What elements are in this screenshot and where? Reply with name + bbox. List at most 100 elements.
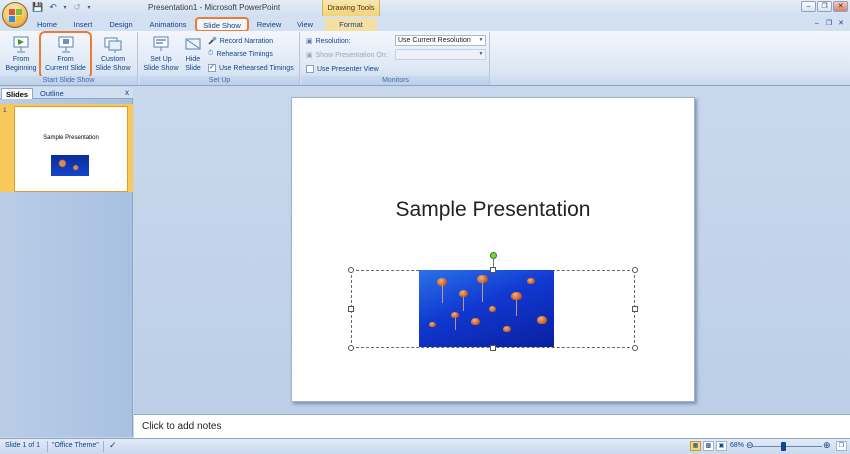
from-current-slide-label: From Current Slide: [45, 56, 86, 72]
slide-title[interactable]: Sample Presentation: [292, 198, 694, 222]
slide-counter: Slide 1 of 1: [5, 442, 41, 449]
tab-slide-show[interactable]: Slide Show: [195, 17, 249, 32]
ribbon-restore-icon[interactable]: ❐: [824, 19, 834, 28]
office-logo-icon: [8, 8, 22, 22]
save-icon[interactable]: 💾: [32, 2, 44, 13]
zoom-in-icon[interactable]: ⊕: [823, 440, 831, 451]
tab-slides[interactable]: Slides: [1, 88, 34, 99]
use-presenter-view-checkbox[interactable]: Use Presenter View: [306, 63, 379, 75]
resize-handle-top-right[interactable]: [632, 267, 638, 273]
resolution-value: Use Current Resolution: [398, 37, 471, 44]
hide-slide-button[interactable]: Hide Slide: [181, 33, 205, 77]
slide-canvas[interactable]: Sample Presentation: [291, 97, 695, 402]
window-title: Presentation1 - Microsoft PowerPoint: [148, 3, 281, 12]
set-up-group-label: Set Up: [140, 76, 299, 85]
panel-close-icon[interactable]: x: [125, 88, 129, 97]
set-up-slide-show-icon: [153, 36, 169, 51]
slide-thumbnail-title: Sample Presentation: [43, 135, 99, 141]
record-narration-label: Record Narration: [219, 37, 274, 45]
tab-home[interactable]: Home: [33, 18, 61, 31]
show-presentation-on-dropdown[interactable]: ▼: [395, 49, 486, 60]
ribbon: From Beginning From Current Slide Custom…: [0, 31, 850, 86]
office-button[interactable]: [2, 2, 28, 28]
custom-slide-show-icon: [104, 37, 122, 53]
chevron-down-icon: ▼: [478, 37, 484, 43]
ribbon-minimize-icon[interactable]: –: [812, 19, 822, 28]
use-presenter-view-label: Use Presenter View: [317, 65, 379, 73]
custom-slide-show-button[interactable]: Custom Slide Show: [92, 33, 134, 77]
monitor-icon: ▣: [306, 38, 313, 45]
from-beginning-icon: [13, 36, 29, 53]
hide-slide-icon: [185, 38, 201, 50]
resolution-dropdown[interactable]: Use Current Resolution ▼: [395, 35, 486, 46]
theme-name[interactable]: "Office Theme": [52, 442, 99, 449]
from-current-slide-icon: [58, 36, 73, 53]
resize-handle-right[interactable]: [632, 306, 638, 312]
quick-access-toolbar: 💾 ↶ ▾ ↺ ▾: [32, 2, 92, 13]
slide-sorter-view-button[interactable]: ▩: [703, 441, 714, 451]
slides-panel: Slides Outline x 1 Sample Presentation: [0, 87, 133, 437]
drawing-tools-title: Drawing Tools: [322, 0, 380, 16]
fit-to-window-button[interactable]: ❐: [836, 441, 847, 451]
monitors-group-label: Monitors: [302, 76, 489, 85]
notes-placeholder: Click to add notes: [142, 421, 222, 432]
set-up-group: Set Up Slide Show Hide Slide 🎤 Record Na…: [140, 32, 300, 85]
minimize-button[interactable]: –: [801, 1, 816, 12]
normal-view-button[interactable]: ▦: [690, 441, 701, 451]
slide-thumbnail-number: 1: [3, 107, 7, 114]
show-presentation-on-label: Show Presentation On:: [315, 51, 388, 59]
ribbon-close-icon[interactable]: ✕: [836, 19, 846, 28]
tab-view[interactable]: View: [292, 18, 318, 31]
resolution-label: Resolution:: [315, 37, 351, 45]
tab-animations[interactable]: Animations: [144, 18, 192, 31]
checkbox-unchecked-icon: [306, 65, 314, 73]
spell-check-icon[interactable]: ✓: [109, 440, 117, 451]
set-up-slide-show-button[interactable]: Set Up Slide Show: [142, 33, 180, 77]
title-bar: 💾 ↶ ▾ ↺ ▾ Presentation1 - Microsoft Powe…: [0, 0, 850, 16]
slide-show-view-button[interactable]: ▣: [716, 441, 727, 451]
checkbox-checked-icon: ✓: [208, 64, 216, 72]
custom-slide-show-label: Custom Slide Show: [95, 56, 131, 72]
monitors-group: ▣ Resolution: Use Current Resolution ▼ ▣…: [302, 32, 490, 85]
undo-icon[interactable]: ↶: [47, 2, 59, 13]
monitor-icon: ▣: [306, 52, 313, 59]
tab-insert[interactable]: Insert: [68, 18, 98, 31]
close-button[interactable]: ✕: [833, 1, 848, 12]
resize-handle-bottom[interactable]: [490, 345, 496, 351]
zoom-slider[interactable]: [752, 446, 822, 447]
resolution-row: ▣ Resolution:: [306, 35, 351, 47]
slide-thumbnail[interactable]: Sample Presentation: [14, 106, 128, 192]
start-slide-show-group: From Beginning From Current Slide Custom…: [0, 31, 138, 85]
from-beginning-label: From Beginning: [5, 56, 37, 72]
zoom-level[interactable]: 68%: [730, 442, 744, 449]
resize-handle-top-left[interactable]: [348, 267, 354, 273]
undo-dropdown-icon[interactable]: ▾: [62, 2, 68, 13]
jellyfish-picture[interactable]: [419, 270, 554, 347]
resize-handle-top[interactable]: [490, 267, 496, 273]
notes-pane[interactable]: Click to add notes: [134, 414, 850, 438]
tab-design[interactable]: Design: [105, 18, 137, 31]
record-narration-button[interactable]: 🎤 Record Narration: [208, 35, 273, 47]
zoom-slider-thumb[interactable]: [781, 442, 786, 451]
from-beginning-button[interactable]: From Beginning: [3, 33, 39, 77]
maximize-button[interactable]: ❐: [817, 1, 832, 12]
resize-handle-bottom-left[interactable]: [348, 345, 354, 351]
use-rehearsed-timings-checkbox[interactable]: ✓ Use Rehearsed Timings: [208, 62, 294, 74]
stopwatch-icon: ⏱: [208, 50, 214, 57]
from-current-slide-button[interactable]: From Current Slide: [39, 31, 92, 79]
resize-handle-bottom-right[interactable]: [632, 345, 638, 351]
resize-handle-left[interactable]: [348, 306, 354, 312]
set-up-slide-show-label: Set Up Slide Show: [143, 56, 179, 72]
use-rehearsed-timings-label: Use Rehearsed Timings: [219, 64, 294, 72]
customize-qat-icon[interactable]: ▾: [86, 2, 92, 13]
tab-format[interactable]: Format: [325, 18, 377, 31]
start-slide-show-group-label: Start Slide Show: [0, 76, 137, 85]
status-bar: Slide 1 of 1 "Office Theme" ✓ ▦ ▩ ▣ 68% …: [0, 438, 850, 454]
show-presentation-on-row: ▣ Show Presentation On:: [306, 49, 388, 61]
tab-review[interactable]: Review: [253, 18, 285, 31]
rotation-handle[interactable]: [490, 252, 497, 259]
redo-icon[interactable]: ↺: [71, 2, 83, 13]
slide-thumbnail-image: [51, 155, 89, 176]
rehearse-timings-button[interactable]: ⏱ Rehearse Timings: [208, 48, 273, 60]
tab-outline[interactable]: Outline: [36, 88, 68, 99]
